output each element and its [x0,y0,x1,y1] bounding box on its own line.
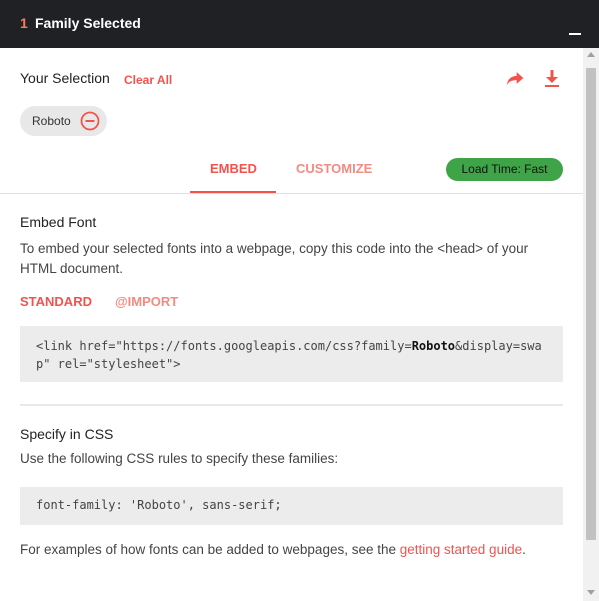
footer-text: For examples of how fonts can be added t… [20,542,400,557]
font-chip-roboto: Roboto [20,106,107,136]
chip-label: Roboto [32,114,71,128]
css-code-block[interactable]: font-family: 'Roboto', sans-serif; [20,487,563,525]
css-code-text: font-family: 'Roboto', sans-serif; [36,498,282,512]
vertical-scrollbar[interactable] [583,48,599,601]
specify-css-heading: Specify in CSS [20,426,114,442]
tab-embed[interactable]: EMBED [210,161,257,176]
subtab-standard[interactable]: STANDARD [20,294,92,309]
code-family-name: Roboto [411,339,456,353]
embed-description: To embed your selected fonts into a webp… [20,241,529,276]
clear-all-button[interactable]: Clear All [124,73,172,87]
your-selection-label: Your Selection [20,70,110,86]
embed-code-text: <link href="https://fonts.googleapis.com… [36,337,548,373]
footer-end: . [522,542,526,557]
scroll-down-arrow-icon[interactable] [587,590,595,595]
download-icon[interactable] [542,68,562,88]
subtab-import[interactable]: @IMPORT [115,294,178,309]
section-divider [20,404,563,406]
code-part-before: <link href="https://fonts.googleapis.com… [36,339,412,353]
css-description: Use the following CSS rules to specify t… [20,451,339,466]
load-time-badge: Load Time: Fast [446,158,563,181]
minimize-icon[interactable] [569,33,581,35]
share-icon[interactable] [504,68,526,88]
scrollbar-thumb[interactable] [586,68,596,540]
scroll-up-arrow-icon[interactable] [587,52,595,57]
selection-drawer-header[interactable]: 1 Family Selected [0,0,599,48]
remove-circle-icon[interactable] [80,111,100,131]
family-count: 1 [20,15,28,31]
getting-started-link[interactable]: getting started guide [400,542,522,557]
tab-customize[interactable]: CUSTOMIZE [296,161,372,176]
embed-code-block[interactable]: <link href="https://fonts.googleapis.com… [20,326,563,382]
footer-note: For examples of how fonts can be added t… [20,542,526,557]
tab-divider [0,193,583,194]
drawer-title: Family Selected [35,15,141,31]
embed-font-heading: Embed Font [20,214,97,230]
